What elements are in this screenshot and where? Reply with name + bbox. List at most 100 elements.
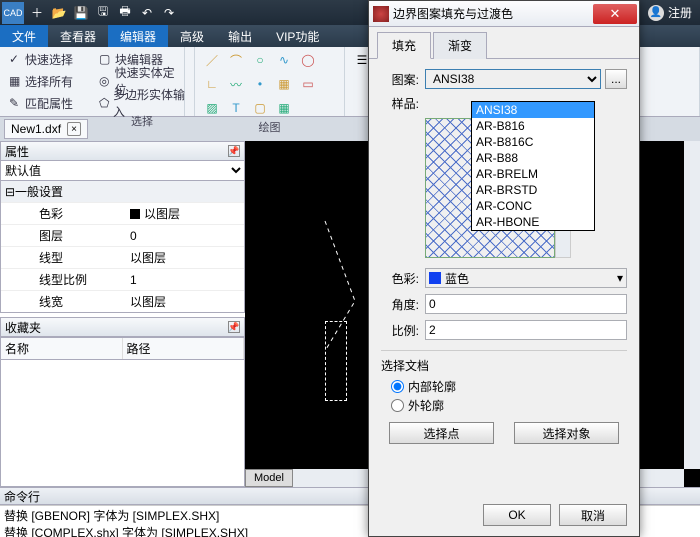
tab-viewer[interactable]: 查看器	[48, 25, 108, 47]
prop-val-layer[interactable]: 0	[126, 225, 244, 246]
color-swatch-icon	[130, 209, 140, 219]
favorites-list	[0, 360, 245, 487]
label-angle: 角度:	[381, 296, 419, 313]
pattern-select[interactable]: ANSI38	[425, 69, 601, 89]
dropdown-option[interactable]: AR-B88	[472, 150, 594, 166]
properties-panel-header: 属性 📌	[0, 141, 245, 161]
fav-col-name[interactable]: 名称	[1, 338, 123, 359]
draw-point-icon[interactable]: •	[249, 73, 271, 95]
color-select[interactable]: 蓝色 ▾	[425, 268, 627, 288]
draw-box-icon[interactable]: ▭	[297, 73, 319, 95]
tab-advanced[interactable]: 高级	[168, 25, 216, 47]
dropdown-option[interactable]: AR-BRSTD	[472, 182, 594, 198]
register-label: 注册	[668, 4, 692, 21]
chevron-down-icon: ▾	[617, 271, 623, 285]
model-tab[interactable]: Model	[245, 469, 293, 487]
draw-polyline-icon[interactable]: ∿	[273, 49, 295, 71]
draw-grid-icon[interactable]: ▦	[273, 97, 295, 119]
pin-icon[interactable]: 📌	[228, 145, 240, 157]
print-icon[interactable]: 🖶	[114, 2, 136, 24]
draw-text-icon[interactable]: Τ	[225, 97, 247, 119]
dropdown-option[interactable]: AR-B816C	[472, 134, 594, 150]
draw-circle-icon[interactable]: ○	[249, 49, 271, 71]
label-pattern: 图案:	[381, 71, 419, 88]
redo-icon[interactable]: ↷	[158, 2, 180, 24]
poly-icon: ⬠	[99, 96, 111, 110]
close-tab-icon[interactable]: ×	[67, 122, 81, 136]
file-tab-label: New1.dxf	[11, 122, 61, 136]
color-swatch-icon	[429, 272, 441, 284]
angle-input[interactable]	[425, 294, 627, 314]
prop-key-ltscale: 线型比例	[1, 269, 126, 290]
draw-line-icon[interactable]: ／	[201, 49, 223, 71]
props-group-general[interactable]: ⊟一般设置	[1, 181, 244, 202]
user-icon: 👤	[648, 5, 664, 21]
tab-vip[interactable]: VIP功能	[264, 25, 331, 47]
fav-col-path[interactable]: 路径	[123, 338, 245, 359]
label-docsel: 选择文档	[381, 357, 627, 374]
save-as-icon[interactable]: 🖫	[92, 2, 114, 24]
tab-editor[interactable]: 编辑器	[108, 25, 168, 47]
dropdown-option[interactable]: AR-HBONE	[472, 214, 594, 230]
tab-fill[interactable]: 填充	[377, 32, 431, 59]
pick-point-button[interactable]: 选择点	[389, 422, 494, 444]
app-logo: CAD	[2, 2, 24, 24]
register-button[interactable]: 👤 注册	[648, 4, 692, 21]
save-icon[interactable]: 💾	[70, 2, 92, 24]
dialog-title: 边界图案填充与过渡色	[393, 5, 593, 22]
filter-icon: ✓	[9, 52, 23, 66]
prop-key-linetype: 线型	[1, 247, 126, 268]
dialog-icon	[373, 6, 389, 22]
selection-rect	[325, 321, 347, 401]
hatch-dialog: 边界图案填充与过渡色 ✕ 填充 渐变 图案: ANSI38 ... 样品: AN…	[368, 0, 640, 537]
canvas-vscroll[interactable]	[684, 141, 700, 469]
prop-key-layer: 图层	[1, 225, 126, 246]
match-icon: ✎	[9, 96, 23, 110]
ribbon-group-draw: 绘图	[201, 119, 338, 135]
draw-arc-icon[interactable]: ⌒	[225, 49, 247, 71]
prop-val-ltscale[interactable]: 1	[126, 269, 244, 290]
locate-icon: ◎	[99, 74, 113, 88]
undo-icon[interactable]: ↶	[136, 2, 158, 24]
prop-key-lineweight: 线宽	[1, 291, 126, 312]
open-icon[interactable]: 📂	[48, 2, 70, 24]
draw-ellipse-icon[interactable]: ◯	[297, 49, 319, 71]
selectall-icon: ▦	[9, 74, 23, 88]
radio-outer[interactable]: 外轮廓	[391, 397, 627, 414]
draw-rect-icon[interactable]: ▢	[249, 97, 271, 119]
pattern-browse-button[interactable]: ...	[605, 69, 627, 89]
props-default-select[interactable]: 默认值	[1, 161, 244, 180]
pin-icon[interactable]: 📌	[228, 321, 240, 333]
dropdown-option[interactable]: AR-B816	[472, 118, 594, 134]
new-icon[interactable]: ＋	[26, 2, 48, 24]
prop-val-linetype[interactable]: 以图层	[126, 247, 244, 268]
dropdown-option[interactable]: ANSI38	[472, 102, 594, 118]
radio-inner[interactable]: 内部轮廓	[391, 378, 627, 395]
draw-hatch-icon[interactable]: ▨	[201, 97, 223, 119]
close-icon[interactable]: ✕	[593, 4, 637, 24]
label-scale: 比例:	[381, 322, 419, 339]
scale-input[interactable]	[425, 320, 627, 340]
dropdown-option[interactable]: AR-BRELM	[472, 166, 594, 182]
draw-spline-icon[interactable]: 〰	[225, 73, 247, 95]
dropdown-option[interactable]: AR-CONC	[472, 198, 594, 214]
ribbon-polyinput[interactable]: ⬠多边形实体输入	[96, 93, 188, 113]
file-tab[interactable]: New1.dxf ×	[4, 119, 88, 139]
cancel-button[interactable]: 取消	[559, 504, 627, 526]
prop-key-color: 色彩	[1, 203, 126, 224]
ribbon-group-select: 选择	[96, 113, 188, 129]
pattern-dropdown-list: ANSI38 AR-B816 AR-B816C AR-B88 AR-BRELM …	[471, 101, 595, 231]
draw-table-icon[interactable]: ▦	[273, 73, 295, 95]
tab-file[interactable]: 文件	[0, 25, 48, 47]
ok-button[interactable]: OK	[483, 504, 551, 526]
tab-gradient[interactable]: 渐变	[433, 32, 487, 59]
pick-object-button[interactable]: 选择对象	[514, 422, 619, 444]
tab-output[interactable]: 输出	[216, 25, 264, 47]
prop-val-lineweight[interactable]: 以图层	[126, 291, 244, 312]
prop-val-color[interactable]: 以图层	[126, 203, 244, 224]
draw-angle-icon[interactable]: ∟	[201, 73, 223, 95]
favorites-panel-header: 收藏夹 📌	[0, 317, 245, 337]
block-icon: ▢	[99, 52, 113, 66]
label-sample: 样品:	[381, 95, 419, 112]
label-color: 色彩:	[381, 270, 419, 287]
